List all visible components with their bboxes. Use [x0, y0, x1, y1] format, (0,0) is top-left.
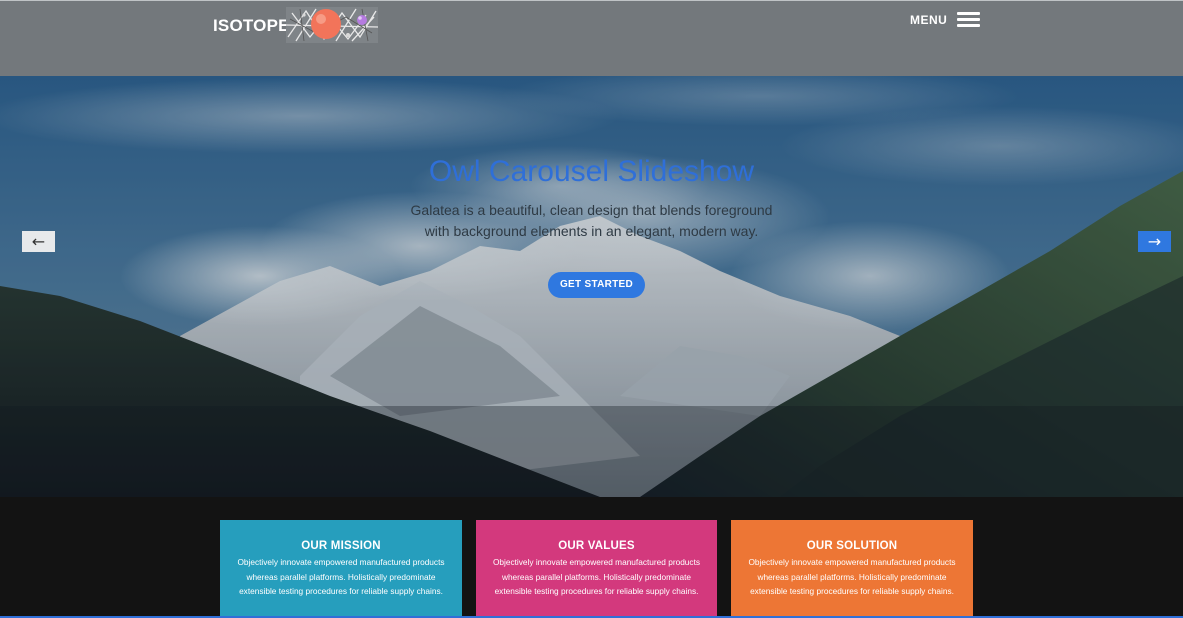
arrow-right-icon: → [1147, 231, 1162, 251]
feature-card-title: OUR MISSION [301, 540, 381, 552]
feature-card-text: Objectively innovate empowered manufactu… [492, 557, 701, 596]
hero-subtitle: Galatea is a beautiful, clean design tha… [0, 200, 1183, 242]
hero-subtitle-line: Galatea is a beautiful, clean design tha… [410, 202, 773, 218]
feature-card-title: OUR VALUES [558, 540, 635, 552]
feature-card-solution: OUR SOLUTION Objectively innovate empowe… [731, 520, 973, 618]
logo[interactable]: ISOTOPE [213, 7, 378, 43]
hero-title: Owl Carousel Slideshow [428, 155, 755, 188]
hero-subtitle-line: with background elements in an elegant, … [424, 223, 759, 239]
arrow-left-icon: ← [31, 231, 46, 251]
logo-text: ISOTOPE [213, 15, 290, 35]
site-header: ISOTOPE MENU [0, 0, 1183, 76]
feature-card-title: OUR SOLUTION [806, 540, 898, 552]
menu-label: MENU [910, 12, 948, 27]
get-started-button[interactable]: GET STARTED [548, 272, 645, 298]
carousel-prev-button[interactable]: ← [22, 231, 55, 252]
hero-carousel: Owl Carousel Slideshow Galatea is a beau… [0, 76, 1183, 497]
feature-card-text: Objectively innovate empowered manufactu… [748, 557, 956, 596]
features-section: OUR MISSION Objectively innovate empower… [0, 497, 1183, 618]
feature-card-text: Objectively innovate empowered manufactu… [237, 557, 445, 596]
hamburger-icon [957, 11, 981, 28]
feature-card-values: OUR VALUES Objectively innovate empowere… [476, 520, 717, 618]
carousel-next-button[interactable]: → [1138, 231, 1171, 252]
feature-card-mission: OUR MISSION Objectively innovate empower… [220, 520, 462, 618]
menu-button[interactable]: MENU [910, 11, 981, 28]
atom-molecule-icon [285, 7, 378, 43]
